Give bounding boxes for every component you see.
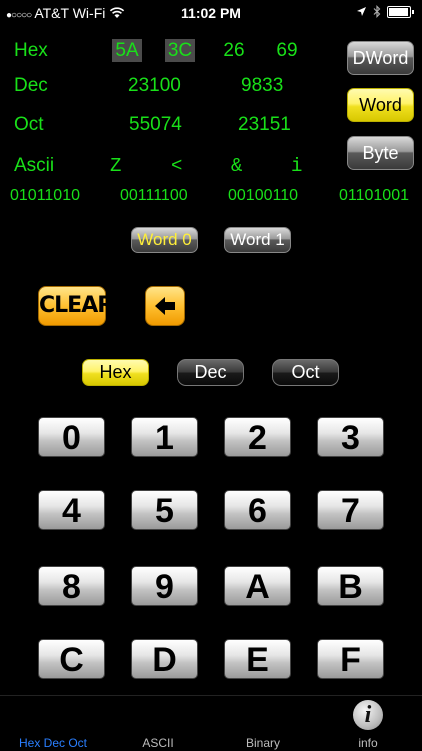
dec-label: Dec xyxy=(14,75,48,96)
key-7[interactable]: 7 xyxy=(317,490,384,530)
status-icons xyxy=(356,5,414,18)
clear-button[interactable]: CLEAR xyxy=(38,286,114,326)
byte-button[interactable]: Byte xyxy=(347,136,414,170)
oct-mode-button[interactable]: Oct xyxy=(272,359,339,386)
hex-byte-2[interactable]: 26 xyxy=(204,40,264,62)
status-bar: ●○○○○ AT&T Wi-Fi 11:02 PM xyxy=(0,0,422,26)
word-1-button[interactable]: Word 1 xyxy=(224,227,291,253)
key-f[interactable]: F xyxy=(317,639,384,679)
dec-mode-button[interactable]: Dec xyxy=(177,359,244,386)
tab-hex-dec-oct[interactable]: Hex Dec Oct xyxy=(3,736,103,750)
key-e[interactable]: E xyxy=(224,639,291,679)
key-d[interactable]: D xyxy=(131,639,198,679)
tab-ascii[interactable]: ASCII xyxy=(108,736,208,750)
hex-byte-3[interactable]: 69 xyxy=(257,40,317,62)
binary-byte-3: 01101001 xyxy=(339,187,409,204)
oct-word-1: 23151 xyxy=(238,114,291,135)
backspace-button[interactable] xyxy=(145,286,185,326)
key-0[interactable]: 0 xyxy=(38,417,105,457)
hex-byte-0[interactable]: 5A xyxy=(97,39,157,62)
key-a[interactable]: A xyxy=(224,566,291,606)
word-button[interactable]: Word xyxy=(347,88,414,122)
bluetooth-icon xyxy=(373,5,381,18)
dword-button[interactable]: DWord xyxy=(347,41,414,75)
oct-label: Oct xyxy=(14,114,44,135)
location-icon xyxy=(357,7,366,16)
key-9[interactable]: 9 xyxy=(131,566,198,606)
key-6[interactable]: 6 xyxy=(224,490,291,530)
hex-byte-1[interactable]: 3C xyxy=(150,39,210,62)
backspace-arrow-icon xyxy=(155,297,175,315)
ascii-char-3: i xyxy=(291,155,303,177)
word-0-button[interactable]: Word 0 xyxy=(131,227,198,253)
key-5[interactable]: 5 xyxy=(131,490,198,530)
tab-binary[interactable]: Binary xyxy=(213,736,313,750)
key-2[interactable]: 2 xyxy=(224,417,291,457)
key-4[interactable]: 4 xyxy=(38,490,105,530)
binary-byte-2: 00100110 xyxy=(228,187,298,204)
hex-mode-button[interactable]: Hex xyxy=(82,359,149,386)
ascii-label: Ascii xyxy=(14,155,55,176)
key-1[interactable]: 1 xyxy=(131,417,198,457)
key-3[interactable]: 3 xyxy=(317,417,384,457)
info-icon[interactable]: i xyxy=(353,700,383,730)
battery-icon xyxy=(387,5,411,18)
key-8[interactable]: 8 xyxy=(38,566,105,606)
tab-info[interactable]: info xyxy=(318,736,418,750)
binary-byte-0: 01011010 xyxy=(10,187,80,204)
ascii-char-1: < xyxy=(171,155,183,177)
hex-byte-0-value: 5A xyxy=(112,39,142,62)
key-c[interactable]: C xyxy=(38,639,105,679)
key-b[interactable]: B xyxy=(317,566,384,606)
dec-word-1: 9833 xyxy=(241,75,284,96)
binary-byte-1: 00111100 xyxy=(120,187,188,204)
hex-label: Hex xyxy=(14,40,48,61)
battery-tip xyxy=(412,9,414,14)
hex-byte-1-value: 3C xyxy=(164,39,196,62)
oct-word-0: 55074 xyxy=(129,114,182,135)
ascii-char-2: & xyxy=(231,155,243,177)
ascii-char-0: Z xyxy=(110,155,122,177)
dec-word-0: 23100 xyxy=(128,75,181,96)
